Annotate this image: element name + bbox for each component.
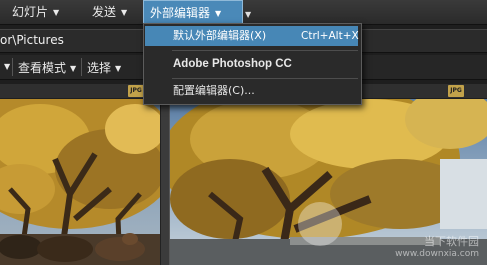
menu-slideshow[interactable]: 幻灯片 ▼ bbox=[6, 0, 65, 24]
chevron-down-icon: ▼ bbox=[121, 8, 128, 17]
menu-item-label: 默认外部编辑器(X) bbox=[173, 29, 267, 42]
menu-external-editor-label: 外部编辑器 bbox=[150, 6, 211, 20]
menu-bar: 幻灯片 ▼ 发送 ▼ 外部编辑器 ▼ ▼ bbox=[0, 0, 487, 25]
toolbar-divider bbox=[12, 58, 13, 76]
menu-item-shortcut: Ctrl+Alt+X bbox=[301, 30, 359, 42]
chevron-down-icon: ▼ bbox=[215, 9, 222, 18]
menu-item-photoshop[interactable]: Adobe Photoshop CC bbox=[145, 54, 358, 74]
poplar-tree-photo bbox=[0, 99, 160, 265]
menu-item-label: 配置编辑器(C)... bbox=[173, 84, 255, 97]
menu-send[interactable]: 发送 ▼ bbox=[86, 0, 133, 24]
toolbar-divider bbox=[81, 58, 82, 76]
external-editor-menu: 默认外部编辑器(X) Ctrl+Alt+X Adobe Photoshop CC… bbox=[143, 23, 362, 105]
jpg-badge: JPG bbox=[128, 85, 144, 97]
pane-divider[interactable] bbox=[160, 84, 170, 265]
view-mode-dropdown[interactable]: 查看模式 ▼ bbox=[18, 59, 76, 76]
watermark-title: 当下软件园 bbox=[424, 235, 479, 248]
menu-separator bbox=[172, 78, 358, 79]
thumbnail-photo-right[interactable]: 当下软件园 www.downxia.com bbox=[170, 99, 487, 265]
thumbnail-photo-left[interactable] bbox=[0, 99, 160, 265]
watermark: 当下软件园 www.downxia.com bbox=[395, 233, 479, 259]
toolbar-overflow[interactable]: ▼ bbox=[0, 59, 10, 73]
watermark-url: www.downxia.com bbox=[395, 249, 479, 259]
menu-item-configure-editors[interactable]: 配置编辑器(C)... bbox=[145, 81, 358, 101]
overflow-arrow-icon[interactable]: ▼ bbox=[245, 10, 251, 19]
menu-send-label: 发送 bbox=[92, 5, 117, 19]
jpg-badge: JPG bbox=[448, 85, 464, 97]
chevron-down-icon: ▼ bbox=[70, 64, 77, 73]
select-dropdown[interactable]: 选择 ▼ bbox=[87, 59, 121, 76]
chevron-down-icon: ▼ bbox=[53, 8, 60, 17]
view-mode-label: 查看模式 bbox=[18, 61, 67, 75]
menu-separator bbox=[172, 50, 358, 51]
chevron-down-icon: ▼ bbox=[4, 62, 11, 71]
menu-item-default-external-editor[interactable]: 默认外部编辑器(X) Ctrl+Alt+X bbox=[145, 26, 359, 46]
menu-external-editor[interactable]: 外部编辑器 ▼ bbox=[143, 0, 243, 24]
folder-path[interactable]: or\Pictures bbox=[0, 33, 64, 47]
menu-item-label: Adobe Photoshop CC bbox=[173, 58, 292, 70]
select-label: 选择 bbox=[87, 61, 112, 75]
menu-slideshow-label: 幻灯片 bbox=[12, 5, 49, 19]
chevron-down-icon: ▼ bbox=[115, 64, 122, 73]
